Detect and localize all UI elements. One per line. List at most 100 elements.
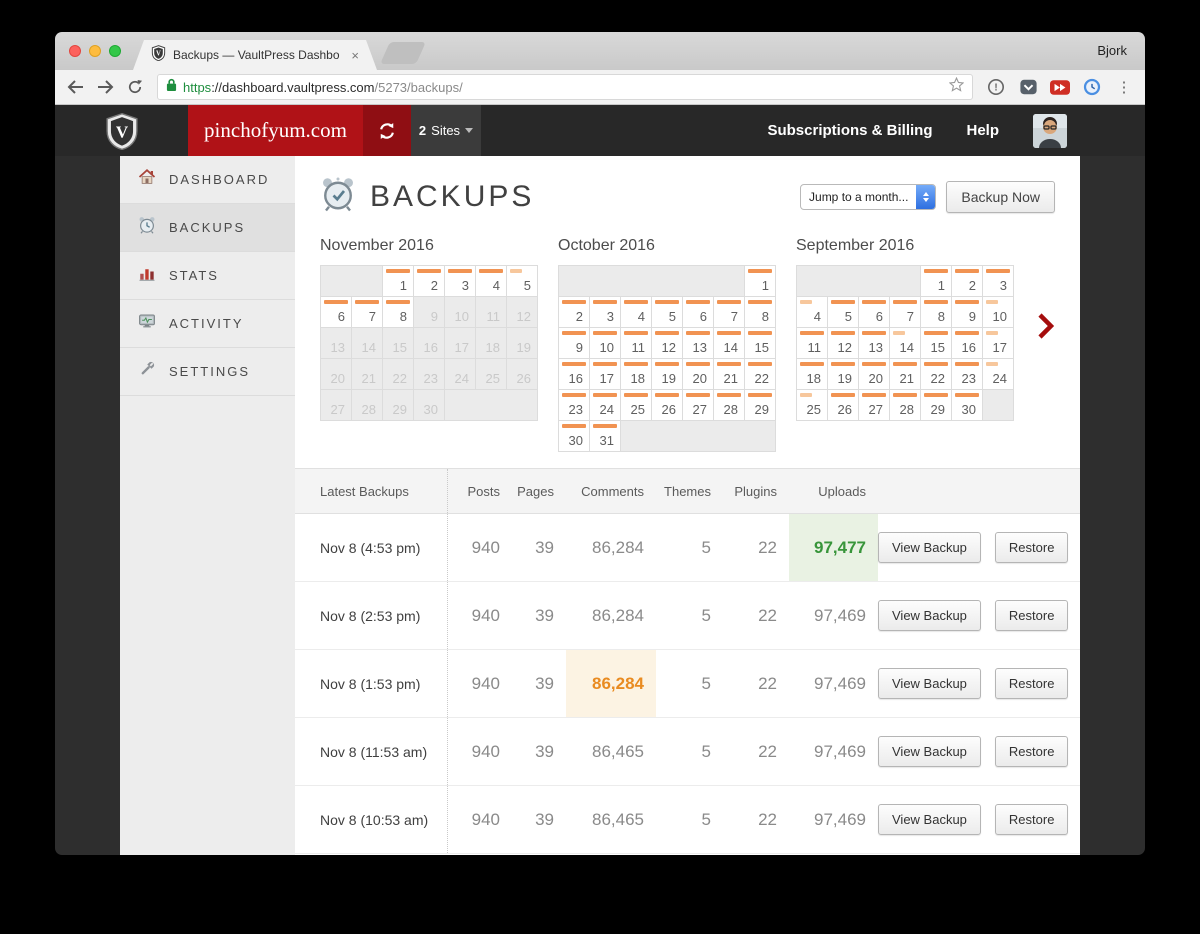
calendar-day-cell[interactable]: 15 <box>745 328 775 358</box>
calendar-day-cell[interactable]: 28 <box>714 390 744 420</box>
calendar-day-cell[interactable]: 12 <box>828 328 858 358</box>
calendar-day-cell[interactable]: 1 <box>383 266 413 296</box>
calendar-day-cell[interactable]: 22 <box>921 359 951 389</box>
calendar-day-cell[interactable]: 8 <box>383 297 413 327</box>
sidebar-item-activity[interactable]: ACTIVITY <box>120 300 295 348</box>
calendar-day-cell[interactable]: 10 <box>590 328 620 358</box>
calendar-day-cell[interactable]: 6 <box>321 297 351 327</box>
close-tab-icon[interactable]: × <box>351 48 359 63</box>
calendar-day-cell[interactable]: 27 <box>683 390 713 420</box>
backup-now-button[interactable]: Backup Now <box>946 180 1055 213</box>
calendar-day-cell[interactable]: 6 <box>859 297 889 327</box>
view-backup-button[interactable]: View Backup <box>878 532 981 563</box>
calendar-day-cell[interactable]: 7 <box>352 297 382 327</box>
site-refresh-button[interactable] <box>363 105 411 156</box>
user-avatar[interactable] <box>1033 113 1067 148</box>
browser-profile-name[interactable]: Bjork <box>1097 43 1127 58</box>
next-months-arrow[interactable] <box>1037 313 1055 344</box>
calendar-day-cell[interactable]: 5 <box>507 266 537 296</box>
calendar-day-cell[interactable]: 16 <box>559 359 589 389</box>
calendar-day-cell[interactable]: 20 <box>859 359 889 389</box>
close-window-button[interactable] <box>69 45 81 57</box>
calendar-day-cell[interactable]: 16 <box>952 328 982 358</box>
view-backup-button[interactable]: View Backup <box>878 736 981 767</box>
view-backup-button[interactable]: View Backup <box>878 600 981 631</box>
calendar-day-cell[interactable]: 11 <box>621 328 651 358</box>
restore-button[interactable]: Restore <box>994 804 1069 835</box>
restore-button[interactable]: Restore <box>994 532 1069 563</box>
calendar-day-cell[interactable]: 20 <box>683 359 713 389</box>
calendar-day-cell[interactable]: 4 <box>797 297 827 327</box>
calendar-day-cell[interactable]: 17 <box>983 328 1013 358</box>
calendar-day-cell[interactable]: 26 <box>652 390 682 420</box>
calendar-day-cell[interactable]: 27 <box>859 390 889 420</box>
jump-to-month-select[interactable]: Jump to a month... <box>800 183 937 210</box>
subscriptions-billing-link[interactable]: Subscriptions & Billing <box>767 122 932 139</box>
calendar-day-cell[interactable]: 13 <box>683 328 713 358</box>
vaultpress-logo[interactable]: V <box>55 105 188 156</box>
calendar-day-cell[interactable]: 2 <box>559 297 589 327</box>
calendar-day-cell[interactable]: 18 <box>797 359 827 389</box>
calendar-day-cell[interactable]: 21 <box>714 359 744 389</box>
history-clock-extension-icon[interactable] <box>1079 75 1105 99</box>
help-link[interactable]: Help <box>966 122 999 139</box>
view-backup-button[interactable]: View Backup <box>878 804 981 835</box>
calendar-day-cell[interactable]: 30 <box>952 390 982 420</box>
new-tab-button[interactable] <box>380 42 426 64</box>
calendar-day-cell[interactable]: 2 <box>952 266 982 296</box>
calendar-day-cell[interactable]: 23 <box>952 359 982 389</box>
calendar-day-cell[interactable]: 25 <box>621 390 651 420</box>
calendar-day-cell[interactable]: 9 <box>559 328 589 358</box>
calendar-day-cell[interactable]: 18 <box>621 359 651 389</box>
pocket-extension-icon[interactable] <box>1015 75 1041 99</box>
calendar-day-cell[interactable]: 29 <box>921 390 951 420</box>
calendar-day-cell[interactable]: 5 <box>828 297 858 327</box>
calendar-day-cell[interactable]: 4 <box>621 297 651 327</box>
calendar-day-cell[interactable]: 22 <box>745 359 775 389</box>
calendar-day-cell[interactable]: 7 <box>890 297 920 327</box>
calendar-day-cell[interactable]: 3 <box>445 266 475 296</box>
calendar-day-cell[interactable]: 3 <box>590 297 620 327</box>
calendar-day-cell[interactable]: 24 <box>983 359 1013 389</box>
calendar-day-cell[interactable]: 14 <box>890 328 920 358</box>
reload-button[interactable] <box>123 75 147 99</box>
calendar-day-cell[interactable]: 8 <box>745 297 775 327</box>
calendar-day-cell[interactable]: 21 <box>890 359 920 389</box>
calendar-day-cell[interactable]: 30 <box>559 421 589 451</box>
calendar-day-cell[interactable]: 28 <box>890 390 920 420</box>
calendar-day-cell[interactable]: 15 <box>921 328 951 358</box>
calendar-day-cell[interactable]: 17 <box>590 359 620 389</box>
calendar-day-cell[interactable]: 1 <box>921 266 951 296</box>
calendar-day-cell[interactable]: 9 <box>952 297 982 327</box>
media-speed-extension-icon[interactable] <box>1047 75 1073 99</box>
current-site-button[interactable]: pinchofyum.com <box>188 105 363 156</box>
url-bar[interactable]: https://dashboard.vaultpress.com/5273/ba… <box>157 74 973 100</box>
minimize-window-button[interactable] <box>89 45 101 57</box>
calendar-day-cell[interactable]: 2 <box>414 266 444 296</box>
calendar-day-cell[interactable]: 1 <box>745 266 775 296</box>
calendar-day-cell[interactable]: 24 <box>590 390 620 420</box>
restore-button[interactable]: Restore <box>994 736 1069 767</box>
calendar-day-cell[interactable]: 5 <box>652 297 682 327</box>
calendar-day-cell[interactable]: 8 <box>921 297 951 327</box>
calendar-day-cell[interactable]: 7 <box>714 297 744 327</box>
calendar-day-cell[interactable]: 11 <box>797 328 827 358</box>
sidebar-item-dashboard[interactable]: DASHBOARD <box>120 156 295 204</box>
calendar-day-cell[interactable]: 14 <box>714 328 744 358</box>
calendar-day-cell[interactable]: 29 <box>745 390 775 420</box>
zoom-window-button[interactable] <box>109 45 121 57</box>
calendar-day-cell[interactable]: 19 <box>828 359 858 389</box>
restore-button[interactable]: Restore <box>994 668 1069 699</box>
view-backup-button[interactable]: View Backup <box>878 668 981 699</box>
sidebar-item-backups[interactable]: BACKUPS <box>120 204 295 252</box>
browser-tab[interactable]: V Backups — VaultPress Dashbo × <box>133 40 377 70</box>
calendar-day-cell[interactable]: 25 <box>797 390 827 420</box>
calendar-day-cell[interactable]: 23 <box>559 390 589 420</box>
sites-dropdown[interactable]: 2 Sites <box>411 105 481 156</box>
calendar-day-cell[interactable]: 6 <box>683 297 713 327</box>
calendar-day-cell[interactable]: 31 <box>590 421 620 451</box>
calendar-day-cell[interactable]: 3 <box>983 266 1013 296</box>
sidebar-item-stats[interactable]: STATS <box>120 252 295 300</box>
bookmark-star-icon[interactable] <box>948 76 965 97</box>
calendar-day-cell[interactable]: 26 <box>828 390 858 420</box>
